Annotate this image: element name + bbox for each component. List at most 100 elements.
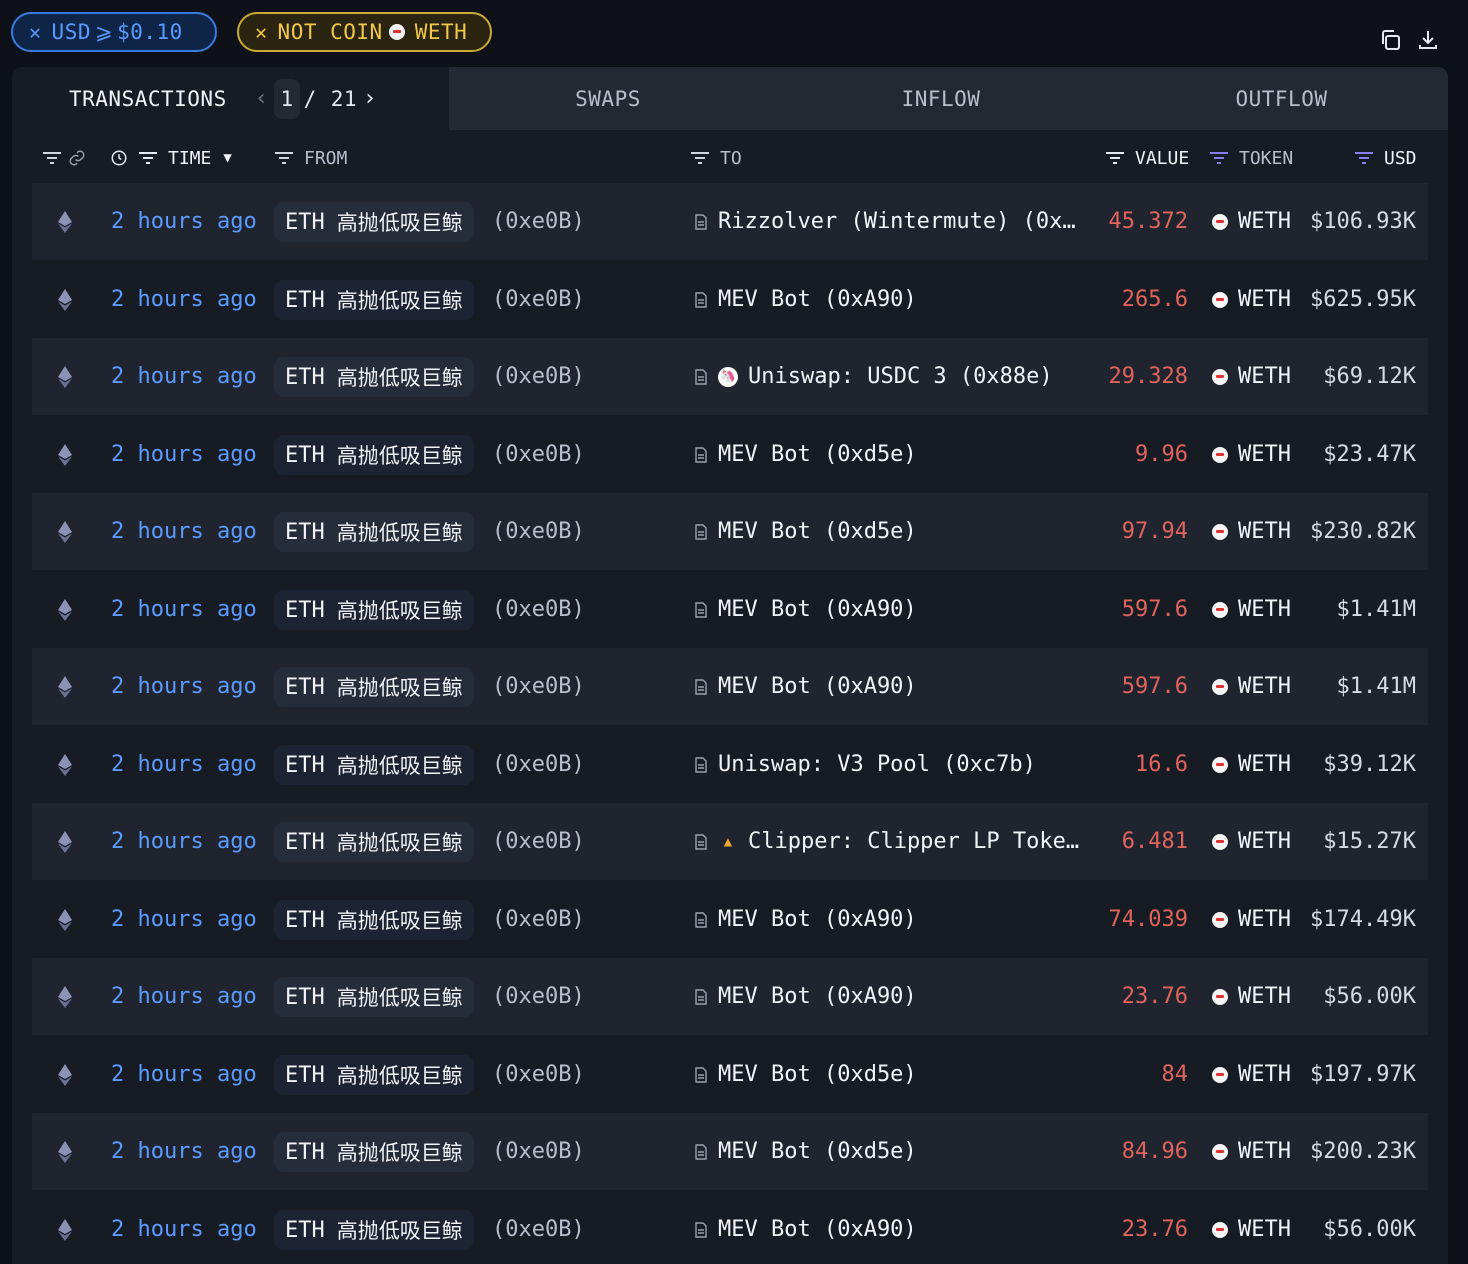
- from-address[interactable]: (0xe0B): [492, 803, 585, 880]
- from-entity-pill[interactable]: ETH 高抛低吸巨鲸: [274, 1210, 474, 1250]
- from-entity-pill[interactable]: ETH 高抛低吸巨鲸: [274, 900, 474, 940]
- time-link[interactable]: 2 hours ago: [111, 416, 257, 493]
- filter-icon[interactable]: [42, 151, 62, 165]
- from-column-header[interactable]: FROM: [274, 133, 347, 183]
- from-entity-pill[interactable]: ETH 高抛低吸巨鲸: [274, 745, 474, 785]
- token-column-header[interactable]: TOKEN: [1209, 133, 1293, 183]
- clock-icon[interactable]: [110, 149, 128, 167]
- token-cell[interactable]: WETH: [1212, 416, 1291, 493]
- from-entity-pill[interactable]: ETH 高抛低吸巨鲸: [274, 1132, 474, 1172]
- from-address[interactable]: (0xe0B): [492, 493, 585, 570]
- from-entity-pill[interactable]: ETH 高抛低吸巨鲸: [274, 822, 474, 862]
- tab-transactions[interactable]: TRANSACTIONS ‹ 1 / 21 ›: [12, 67, 449, 130]
- time-link[interactable]: 2 hours ago: [111, 803, 257, 880]
- chevron-right-icon[interactable]: ›: [363, 86, 377, 111]
- to-entity[interactable]: MEV Bot (0xA90): [694, 1191, 917, 1264]
- token-cell[interactable]: WETH: [1212, 261, 1291, 338]
- download-icon[interactable]: [1416, 28, 1440, 52]
- token-cell[interactable]: WETH: [1212, 881, 1291, 958]
- tab-swaps[interactable]: SWAPS: [449, 67, 767, 130]
- time-link[interactable]: 2 hours ago: [111, 1036, 257, 1113]
- token-cell[interactable]: WETH: [1212, 648, 1291, 725]
- token-cell[interactable]: WETH: [1212, 493, 1291, 570]
- table-row[interactable]: 2 hours ago ETH 高抛低吸巨鲸 (0xe0B) MEV Bot (…: [32, 493, 1428, 570]
- time-link[interactable]: 2 hours ago: [111, 571, 257, 648]
- token-cell[interactable]: WETH: [1212, 183, 1291, 260]
- to-entity[interactable]: MEV Bot (0xA90): [694, 648, 917, 725]
- filter-icon[interactable]: [274, 151, 294, 165]
- table-row[interactable]: 2 hours ago ETH 高抛低吸巨鲸 (0xe0B) MEV Bot (…: [32, 1036, 1428, 1113]
- table-row[interactable]: 2 hours ago ETH 高抛低吸巨鲸 (0xe0B) MEV Bot (…: [32, 1191, 1428, 1264]
- from-entity-pill[interactable]: ETH 高抛低吸巨鲸: [274, 357, 474, 397]
- copy-icon[interactable]: [1378, 28, 1402, 52]
- to-entity[interactable]: MEV Bot (0xd5e): [694, 416, 917, 493]
- table-row[interactable]: 2 hours ago ETH 高抛低吸巨鲸 (0xe0B) MEV Bot (…: [32, 881, 1428, 958]
- time-link[interactable]: 2 hours ago: [111, 726, 257, 803]
- time-link[interactable]: 2 hours ago: [111, 881, 257, 958]
- remove-filter-icon[interactable]: ✕: [255, 20, 268, 44]
- from-address[interactable]: (0xe0B): [492, 261, 585, 338]
- time-column-header[interactable]: TIME ▼: [110, 133, 232, 183]
- token-cell[interactable]: WETH: [1212, 338, 1291, 415]
- time-link[interactable]: 2 hours ago: [111, 648, 257, 725]
- table-row[interactable]: 2 hours ago ETH 高抛低吸巨鲸 (0xe0B) MEV Bot (…: [32, 261, 1428, 338]
- to-entity[interactable]: MEV Bot (0xd5e): [694, 1036, 917, 1113]
- from-entity-pill[interactable]: ETH 高抛低吸巨鲸: [274, 512, 474, 552]
- from-entity-pill[interactable]: ETH 高抛低吸巨鲸: [274, 977, 474, 1017]
- token-cell[interactable]: WETH: [1212, 571, 1291, 648]
- to-entity[interactable]: ▲ Clipper: Clipper LP Token…: [694, 803, 1084, 880]
- token-cell[interactable]: WETH: [1212, 1036, 1291, 1113]
- value-column-header[interactable]: VALUE: [1105, 133, 1189, 183]
- table-row[interactable]: 2 hours ago ETH 高抛低吸巨鲸 (0xe0B) 🦄 Uniswap…: [32, 338, 1428, 415]
- from-address[interactable]: (0xe0B): [492, 183, 585, 260]
- token-cell[interactable]: WETH: [1212, 726, 1291, 803]
- coin-filter-chip[interactable]: ✕ NOT COIN WETH: [237, 12, 492, 52]
- to-entity[interactable]: MEV Bot (0xd5e): [694, 1113, 917, 1190]
- table-row[interactable]: 2 hours ago ETH 高抛低吸巨鲸 (0xe0B) Uniswap: …: [32, 726, 1428, 803]
- from-entity-pill[interactable]: ETH 高抛低吸巨鲸: [274, 202, 474, 242]
- to-entity[interactable]: MEV Bot (0xA90): [694, 881, 917, 958]
- usd-filter-chip[interactable]: ✕ USD ⩾ $0.10: [11, 12, 217, 52]
- to-column-header[interactable]: TO: [690, 133, 742, 183]
- filter-icon[interactable]: [1354, 151, 1374, 165]
- page-current[interactable]: 1: [274, 78, 300, 119]
- chain-filter-header[interactable]: [42, 133, 96, 183]
- filter-icon[interactable]: [138, 151, 158, 165]
- to-entity[interactable]: MEV Bot (0xA90): [694, 571, 917, 648]
- table-row[interactable]: 2 hours ago ETH 高抛低吸巨鲸 (0xe0B) MEV Bot (…: [32, 571, 1428, 648]
- table-row[interactable]: 2 hours ago ETH 高抛低吸巨鲸 (0xe0B) MEV Bot (…: [32, 416, 1428, 493]
- from-address[interactable]: (0xe0B): [492, 958, 585, 1035]
- filter-icon[interactable]: [1105, 151, 1125, 165]
- tab-outflow[interactable]: OUTFLOW: [1115, 67, 1448, 130]
- time-link[interactable]: 2 hours ago: [111, 493, 257, 570]
- from-address[interactable]: (0xe0B): [492, 416, 585, 493]
- from-entity-pill[interactable]: ETH 高抛低吸巨鲸: [274, 280, 474, 320]
- tab-inflow[interactable]: INFLOW: [767, 67, 1115, 130]
- table-row[interactable]: 2 hours ago ETH 高抛低吸巨鲸 (0xe0B) MEV Bot (…: [32, 1113, 1428, 1190]
- from-address[interactable]: (0xe0B): [492, 1113, 585, 1190]
- time-link[interactable]: 2 hours ago: [111, 183, 257, 260]
- table-row[interactable]: 2 hours ago ETH 高抛低吸巨鲸 (0xe0B) MEV Bot (…: [32, 958, 1428, 1035]
- from-address[interactable]: (0xe0B): [492, 1036, 585, 1113]
- table-row[interactable]: 2 hours ago ETH 高抛低吸巨鲸 (0xe0B) ▲ Clipper…: [32, 803, 1428, 880]
- from-address[interactable]: (0xe0B): [492, 648, 585, 725]
- token-cell[interactable]: WETH: [1212, 1191, 1291, 1264]
- time-link[interactable]: 2 hours ago: [111, 1191, 257, 1264]
- link-icon[interactable]: [68, 149, 86, 167]
- from-address[interactable]: (0xe0B): [492, 726, 585, 803]
- from-address[interactable]: (0xe0B): [492, 571, 585, 648]
- from-address[interactable]: (0xe0B): [492, 1191, 585, 1264]
- to-entity[interactable]: 🦄 Uniswap: USDC 3 (0x88e): [694, 338, 1053, 415]
- time-link[interactable]: 2 hours ago: [111, 1113, 257, 1190]
- remove-filter-icon[interactable]: ✕: [29, 20, 42, 44]
- time-link[interactable]: 2 hours ago: [111, 261, 257, 338]
- to-entity[interactable]: Uniswap: V3 Pool (0xc7b): [694, 726, 1036, 803]
- usd-column-header[interactable]: USD: [1354, 133, 1417, 183]
- to-entity[interactable]: Rizzolver (Wintermute) (0xA…: [694, 183, 1084, 260]
- sort-desc-icon[interactable]: ▼: [223, 150, 231, 166]
- time-link[interactable]: 2 hours ago: [111, 958, 257, 1035]
- from-entity-pill[interactable]: ETH 高抛低吸巨鲸: [274, 590, 474, 630]
- time-link[interactable]: 2 hours ago: [111, 338, 257, 415]
- filter-icon[interactable]: [690, 151, 710, 165]
- table-row[interactable]: 2 hours ago ETH 高抛低吸巨鲸 (0xe0B) Rizzolver…: [32, 183, 1428, 260]
